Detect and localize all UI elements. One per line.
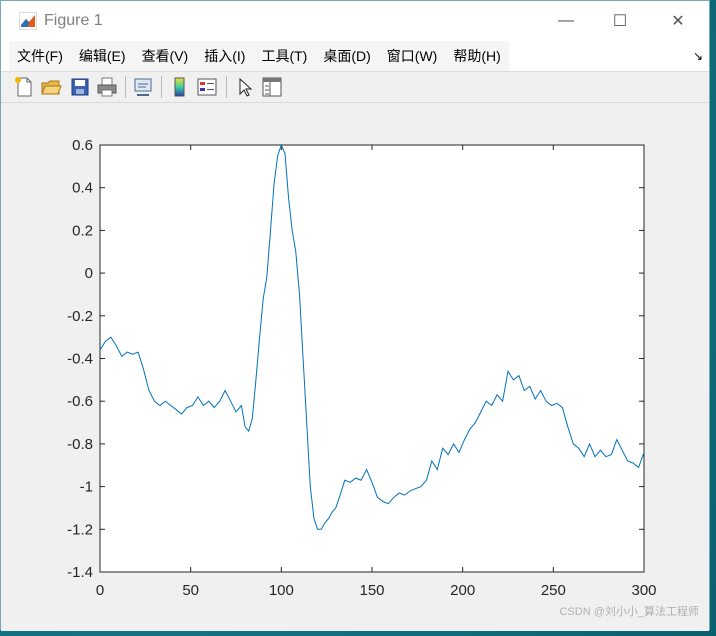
- y-tick-label: -1.2: [67, 521, 93, 538]
- x-tick-label: 250: [541, 582, 566, 599]
- y-tick-label: -1.4: [67, 564, 93, 581]
- figure-canvas: 0.6 0.4 0.2 0 -0.2 -0.4 -0.6 -0.8 -1 -1.2 -1.4 0 50…: [1, 103, 709, 631]
- menu-help[interactable]: 帮助(H): [445, 41, 508, 71]
- minimize-button[interactable]: —: [543, 1, 589, 41]
- line-plot[interactable]: 0.6 0.4 0.2 0 -0.2 -0.4 -0.6 -0.8 -1 -1.2 -1.4 0 50…: [1, 103, 709, 631]
- dock-arrow-icon[interactable]: ↘: [693, 49, 703, 63]
- window-title: Figure 1: [44, 12, 103, 29]
- open-file-icon[interactable]: [40, 76, 62, 98]
- property-inspector-icon[interactable]: [261, 76, 283, 98]
- new-figure-icon[interactable]: [13, 76, 35, 98]
- x-tick-label: 50: [182, 582, 199, 599]
- menu-file[interactable]: 文件(F): [9, 41, 71, 71]
- menu-tools[interactable]: 工具(T): [253, 41, 315, 71]
- menu-desktop[interactable]: 桌面(D): [315, 41, 378, 71]
- menu-view[interactable]: 查看(V): [134, 41, 197, 71]
- maximize-button[interactable]: ☐: [597, 1, 643, 41]
- y-tick-label: -1: [80, 479, 93, 496]
- legend-icon[interactable]: [196, 76, 218, 98]
- figure-window: Figure 1 — ☐ ✕ 文件(F) 编辑(E) 查看(V) 插入(I) 工…: [0, 0, 710, 631]
- toolbar-separator: [125, 76, 126, 98]
- figure-toolbar: [1, 72, 709, 103]
- x-tick-label: 0: [96, 582, 104, 599]
- matlab-logo-icon: [19, 12, 37, 30]
- x-tick-label: 100: [269, 582, 294, 599]
- y-tick-label: 0.2: [72, 222, 93, 239]
- print-icon[interactable]: [96, 76, 118, 98]
- y-tick-label: 0: [85, 265, 93, 282]
- menu-window[interactable]: 窗口(W): [379, 41, 446, 71]
- watermark-text: CSDN @刘小小_算法工程师: [559, 606, 699, 618]
- menu-insert[interactable]: 插入(I): [196, 41, 253, 71]
- x-tick-label: 300: [631, 582, 656, 599]
- axes-box: [99, 144, 645, 573]
- x-tick-label: 150: [359, 582, 384, 599]
- menu-strip: 文件(F) 编辑(E) 查看(V) 插入(I) 工具(T) 桌面(D) 窗口(W…: [9, 41, 509, 71]
- y-tick-label: 0.6: [72, 137, 93, 154]
- link-plot-icon[interactable]: [132, 76, 154, 98]
- title-bar[interactable]: Figure 1 — ☐ ✕: [1, 1, 709, 41]
- y-tick-label: 0.4: [72, 180, 93, 197]
- colorbar-icon[interactable]: [169, 76, 191, 98]
- y-tick-label: -0.4: [67, 351, 93, 368]
- close-button[interactable]: ✕: [655, 1, 701, 41]
- menu-edit[interactable]: 编辑(E): [71, 41, 134, 71]
- x-tick-label: 200: [450, 582, 475, 599]
- toolbar-separator: [161, 76, 162, 98]
- toolbar-separator: [226, 76, 227, 98]
- y-tick-label: -0.6: [67, 393, 93, 410]
- y-tick-label: -0.2: [67, 308, 93, 325]
- y-tick-label: -0.8: [67, 436, 93, 453]
- save-icon[interactable]: [69, 76, 91, 98]
- menu-bar: 文件(F) 编辑(E) 查看(V) 插入(I) 工具(T) 桌面(D) 窗口(W…: [1, 41, 709, 72]
- pointer-icon[interactable]: [234, 76, 256, 98]
